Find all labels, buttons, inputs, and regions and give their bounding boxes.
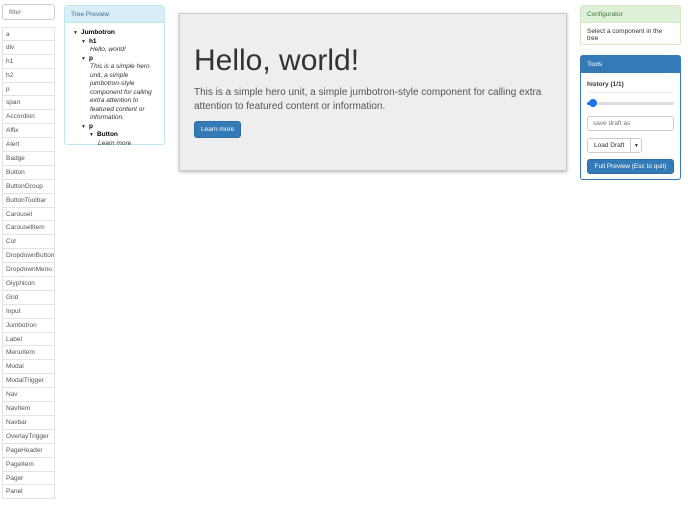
tree-node-jumbotron[interactable]: ▼ Jumbotron (73, 29, 156, 38)
component-item[interactable]: DropdownButton (2, 249, 55, 264)
component-item[interactable]: Modal (2, 360, 55, 375)
component-item[interactable]: Accordion (2, 110, 55, 125)
tree-node-p[interactable]: ▼ p This is a simple hero unit, a simple j… (81, 55, 156, 123)
configurator-title: Configurator (581, 6, 680, 23)
component-item[interactable]: span (2, 96, 55, 111)
component-item[interactable]: Label (2, 332, 55, 347)
component-item[interactable]: p (2, 82, 55, 97)
jumbotron-text: This is a simple hero unit, a simple jum… (194, 87, 542, 112)
component-item[interactable]: ButtonGroup (2, 179, 55, 194)
component-item[interactable]: Glyphicon (2, 277, 55, 291)
load-draft-button[interactable]: Load Draft (587, 138, 632, 153)
component-item[interactable]: Grid (2, 290, 55, 305)
component-item[interactable]: Navbar (2, 415, 55, 430)
component-item[interactable]: Jumbotron (2, 318, 55, 333)
caret-down-icon[interactable]: ▼ (89, 132, 94, 138)
learn-more-button[interactable]: Learn more (194, 121, 242, 138)
component-item[interactable]: MenuItem (2, 346, 55, 361)
component-item[interactable]: OverlayTrigger (2, 429, 55, 444)
component-item[interactable]: Pager (2, 471, 55, 486)
jumbotron-preview: Hello, world! This is a simple hero unit… (179, 13, 567, 171)
save-draft-input[interactable] (587, 116, 674, 131)
history-slider[interactable] (587, 98, 674, 108)
component-item[interactable]: NavItem (2, 402, 55, 416)
component-item[interactable]: h2 (2, 68, 55, 83)
component-item[interactable]: ButtonToolbar (2, 193, 55, 208)
component-list: a div h1 h2 p span Accordion Affix Alert Badge But… (2, 27, 55, 500)
component-item[interactable]: Affix (2, 124, 55, 139)
tree-preview-title: Tree Preview (65, 6, 164, 23)
component-item[interactable]: div (2, 40, 55, 55)
configurator-message: Select a component in the tree (587, 28, 663, 42)
tree-node-h1[interactable]: ▼ h1 Hello, world! (81, 38, 156, 55)
component-item[interactable]: Button (2, 165, 55, 180)
jumbotron-heading: Hello, world! (194, 44, 360, 77)
caret-down-icon[interactable]: ▼ (81, 124, 86, 130)
component-item[interactable]: Badge (2, 152, 55, 166)
tools-title: Tools (581, 56, 680, 73)
history-label: history (1/1) (587, 81, 674, 93)
caret-down-icon[interactable]: ▼ (81, 56, 86, 62)
caret-down-icon[interactable]: ▼ (73, 30, 78, 36)
component-item[interactable]: Panel (2, 485, 55, 500)
component-item[interactable]: ModalTrigger (2, 374, 55, 389)
component-item[interactable]: Nav (2, 388, 55, 403)
tools-panel: Tools history (1/1) Load Draft ▼ Full Pr… (580, 55, 681, 180)
filter-input[interactable] (2, 4, 55, 20)
component-item[interactable]: a (2, 27, 55, 41)
tree-preview-panel: Tree Preview ▼ Jumbotron ▼ h1 Hello, world!… (64, 5, 165, 147)
component-item[interactable]: Input (2, 304, 55, 319)
caret-down-icon[interactable]: ▼ (81, 39, 86, 45)
configurator-panel: Configurator Select a component in the t… (580, 5, 681, 45)
component-item[interactable]: h1 (2, 54, 55, 69)
component-item[interactable]: PageHeader (2, 443, 55, 458)
slider-thumb[interactable] (589, 99, 597, 107)
component-item[interactable]: CarouselItem (2, 221, 55, 236)
component-item[interactable]: Col (2, 235, 55, 250)
component-item[interactable]: DropdownMenu (2, 263, 55, 278)
component-item[interactable]: Alert (2, 138, 55, 153)
full-preview-button[interactable]: Full Preview (Esc to quit) (587, 159, 674, 174)
component-item[interactable]: PageItem (2, 457, 55, 472)
tree-node-button[interactable]: Button (97, 131, 118, 138)
component-item[interactable]: Carousel (2, 207, 55, 222)
caret-down-icon: ▼ (633, 142, 639, 149)
load-draft-dropdown-toggle[interactable]: ▼ (631, 138, 643, 153)
tree-node-p[interactable]: ▼ p ▼ Button Learn more (81, 123, 156, 149)
